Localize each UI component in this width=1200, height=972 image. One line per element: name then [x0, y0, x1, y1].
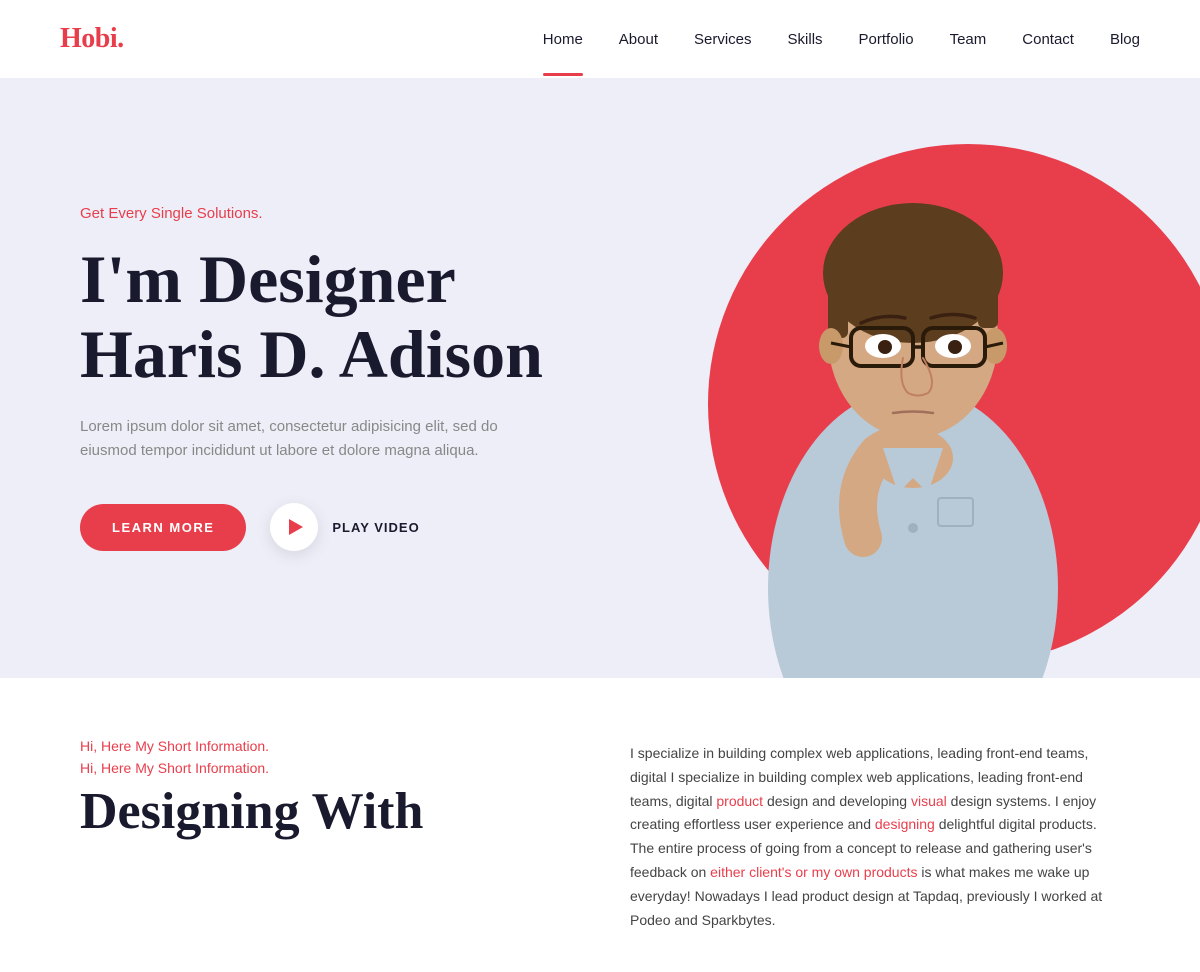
person-illustration	[683, 98, 1143, 678]
about-label-1: Hi, Here My Short Information.	[80, 738, 570, 754]
learn-more-button[interactable]: LEARN MORE	[80, 504, 246, 551]
nav-home[interactable]: Home	[543, 31, 583, 48]
hero-title: I'm Designer Haris D. Adison	[80, 242, 660, 392]
about-heading: Designing With	[80, 782, 570, 842]
main-nav: Home About Services Skills Portfolio Tea…	[543, 31, 1140, 48]
about-heading-line1: Designing With	[80, 783, 423, 840]
nav-portfolio[interactable]: Portfolio	[859, 31, 914, 48]
about-right: I specialize in building complex web app…	[630, 738, 1120, 932]
hero-title-line1: I'm Designer	[80, 241, 456, 317]
play-video-label: PLAY VIDEO	[332, 520, 419, 535]
nav-services[interactable]: Services	[694, 31, 752, 48]
hero-section: Get Every Single Solutions. I'm Designer…	[0, 78, 1200, 678]
header: Hobi. Home About Services Skills Portfol…	[0, 0, 1200, 78]
logo-dot: .	[117, 23, 124, 54]
play-circle-icon	[270, 503, 318, 551]
about-left: Hi, Here My Short Information. Hi, Here …	[80, 738, 570, 932]
hero-image-area	[580, 78, 1200, 678]
about-label-2: Hi, Here My Short Information.	[80, 760, 570, 776]
about-section: Hi, Here My Short Information. Hi, Here …	[0, 678, 1200, 972]
about-body-text: I specialize in building complex web app…	[630, 742, 1120, 932]
logo[interactable]: Hobi.	[60, 23, 124, 55]
about-text-content: I specialize in building complex web app…	[630, 745, 1102, 928]
hero-content: Get Every Single Solutions. I'm Designer…	[80, 205, 660, 552]
hero-title-line2: Haris D. Adison	[80, 316, 543, 392]
nav-about[interactable]: About	[619, 31, 658, 48]
play-video-button[interactable]: PLAY VIDEO	[270, 503, 419, 551]
nav-blog[interactable]: Blog	[1110, 31, 1140, 48]
hero-tagline: Get Every Single Solutions.	[80, 205, 660, 222]
play-triangle-icon	[289, 519, 303, 535]
logo-text: Hobi	[60, 23, 117, 54]
nav-skills[interactable]: Skills	[788, 31, 823, 48]
nav-team[interactable]: Team	[950, 31, 987, 48]
hero-description: Lorem ipsum dolor sit amet, consectetur …	[80, 415, 500, 463]
hero-actions: LEARN MORE PLAY VIDEO	[80, 503, 660, 551]
nav-contact[interactable]: Contact	[1022, 31, 1074, 48]
